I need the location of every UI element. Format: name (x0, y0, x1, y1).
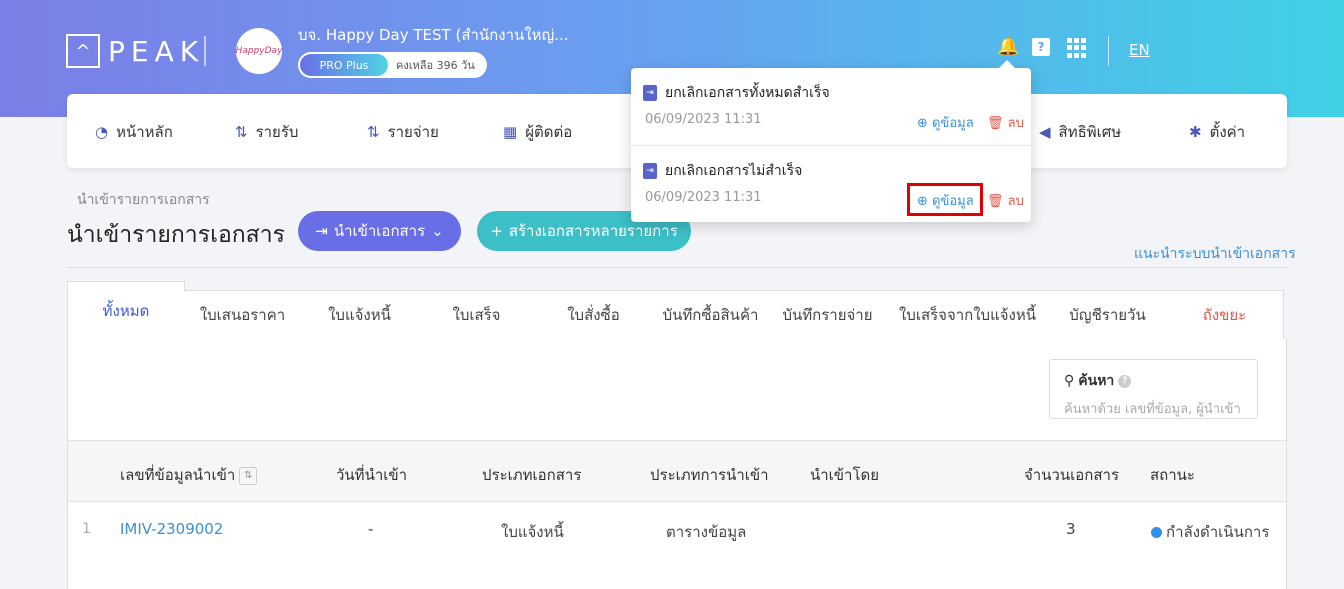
contacts-icon: ▦ (503, 123, 518, 141)
tab-purchase-order[interactable]: ใบสั่งซื้อ (535, 290, 653, 340)
plan-badge: PRO Plus (300, 54, 388, 76)
search-label-row: ⚲ ค้นหา ? (1064, 370, 1243, 392)
col-import-date: วันที่นำเข้า (336, 466, 408, 484)
status: กำลังดำเนินการ (1151, 520, 1269, 544)
doc-count: 3 (1066, 520, 1076, 538)
table-row[interactable]: 1 IMIV-2309002 - ใบแจ้งหนี้ ตารางข้อมูล … (68, 503, 1286, 573)
notification-item: ⇥ ยกเลิกเอกสารทั้งหมดสำเร็จ 06/09/2023 1… (631, 68, 1031, 144)
bell-icon[interactable]: 🔔 (997, 36, 1019, 57)
gear-icon: ✱ (1189, 123, 1202, 141)
search-icon: ⚲ (1064, 373, 1075, 389)
company-name[interactable]: บจ. Happy Day TEST (สำนักงานใหญ่... (298, 23, 569, 47)
tab-quotation[interactable]: ใบเสนอราคา (184, 290, 302, 340)
import-icon: ⇥ (315, 222, 328, 240)
income-icon: ⇅ (235, 123, 248, 141)
language-switch[interactable]: EN (1129, 41, 1150, 59)
divider (67, 267, 1287, 268)
sort-icon[interactable]: ⇅ (239, 466, 258, 485)
import-document-button[interactable]: ⇥ นำเข้าเอกสาร ⌄ (298, 211, 461, 251)
notification-title: ยกเลิกเอกสารทั้งหมดสำเร็จ (665, 85, 830, 101)
notification-title: ยกเลิกเอกสารไม่สำเร็จ (665, 163, 803, 179)
table-header: เลขที่ข้อมูลนำเข้า ⇅ วันที่นำเข้า ประเภทเ… (68, 440, 1286, 502)
document-import-icon: ⇥ (643, 85, 657, 101)
document-tabs: ทั้งหมด ใบเสนอราคา ใบแจ้งหนี้ ใบเสร็จ ใบ… (67, 281, 1285, 340)
col-doc-count: จำนวนเอกสาร (1024, 466, 1119, 484)
notification-title-row: ⇥ ยกเลิกเอกสารทั้งหมดสำเร็จ (643, 82, 830, 104)
company-avatar[interactable]: HappyDay (236, 28, 282, 74)
tab-all[interactable]: ทั้งหมด (67, 281, 185, 340)
nav-label: ตั้งค่า (1209, 123, 1246, 141)
dashboard-icon: ◔ (95, 123, 109, 141)
trash-icon: 🗑 (987, 116, 1004, 131)
nav-item-privileges[interactable]: ◀ สิทธิพิเศษ (1039, 120, 1121, 144)
document-import-icon: ⇥ (643, 163, 657, 179)
tab-invoice[interactable]: ใบแจ้งหนี้ (301, 290, 419, 340)
trash-icon: 🗑 (987, 194, 1004, 209)
search-label: ค้นหา (1078, 373, 1115, 389)
notification-time: 06/09/2023 11:31 (645, 190, 762, 205)
delete-button[interactable]: 🗑 ลบ (987, 190, 1024, 211)
chevron-down-icon: ⌄ (431, 222, 444, 240)
col-import-type: ประเภทการนำเข้า (650, 466, 769, 484)
plus-icon: + (490, 222, 503, 240)
tab-journal[interactable]: บัญชีรายวัน (1049, 290, 1167, 340)
logo-mark-icon: ^ (66, 34, 100, 68)
expense-icon: ⇅ (367, 123, 380, 141)
breadcrumb[interactable]: นำเข้ารายการเอกสาร (77, 189, 210, 211)
nav-label: สิทธิพิเศษ (1058, 123, 1122, 141)
peak-logo[interactable]: ^ PEAK (66, 34, 204, 68)
nav-label: รายจ่าย (387, 123, 439, 141)
nav-item-income[interactable]: ⇅ รายรับ (235, 120, 298, 144)
import-label: นำเข้าเอกสาร (333, 222, 426, 240)
nav-label: ผู้ติดต่อ (525, 123, 573, 141)
tab-trash[interactable]: ถังขยะ (1166, 290, 1284, 340)
tab-purchase-record[interactable]: บันทึกซื้อสินค้า (652, 290, 770, 340)
import-guide-link[interactable]: แนะนำระบบนำเข้าเอกสาร (1134, 243, 1296, 265)
highlight-box (907, 183, 983, 216)
col-import-id[interactable]: เลขที่ข้อมูลนำเข้า ⇅ (120, 463, 258, 487)
header-divider-right (1108, 36, 1109, 66)
apps-grid-icon[interactable] (1067, 38, 1089, 58)
help-icon[interactable]: ? (1032, 38, 1050, 56)
col-doc-type: ประเภทเอกสาร (482, 466, 582, 484)
plan-pill[interactable]: PRO Plus คงเหลือ 396 วัน (298, 52, 487, 78)
tab-receipt-from-invoice[interactable]: ใบเสร็จจากใบแจ้งหนี้ (886, 290, 1050, 340)
view-details-button[interactable]: ⊕ ดูข้อมูล (917, 112, 974, 133)
notification-time: 06/09/2023 11:31 (645, 112, 762, 127)
row-number: 1 (82, 521, 91, 537)
page-title: นำเข้ารายการเอกสาร (67, 222, 285, 248)
import-id-link[interactable]: IMIV-2309002 (120, 520, 223, 538)
doc-type: ใบแจ้งหนี้ (501, 523, 564, 541)
header-divider (204, 36, 206, 66)
tab-expense-record[interactable]: บันทึกรายจ่าย (769, 290, 887, 340)
nav-label: หน้าหลัก (116, 123, 173, 141)
notification-title-row: ⇥ ยกเลิกเอกสารไม่สำเร็จ (643, 160, 802, 182)
megaphone-icon: ◀ (1039, 123, 1051, 141)
nav-item-home[interactable]: ◔ หน้าหลัก (95, 120, 173, 144)
delete-button[interactable]: 🗑 ลบ (987, 112, 1024, 133)
col-status: สถานะ (1150, 466, 1195, 484)
tab-receipt[interactable]: ใบเสร็จ (418, 290, 536, 340)
status-text: กำลังดำเนินการ (1166, 523, 1270, 541)
nav-item-expense[interactable]: ⇅ รายจ่าย (367, 120, 439, 144)
create-label: สร้างเอกสารหลายรายการ (508, 222, 678, 240)
nav-item-settings[interactable]: ✱ ตั้งค่า (1189, 120, 1245, 144)
zoom-icon: ⊕ (917, 116, 928, 131)
search-input[interactable]: ⚲ ค้นหา ? ค้นหาด้วย เลขที่ข้อมูล, ผู้นำเ… (1049, 359, 1258, 419)
col-imported-by: นำเข้าโดย (810, 466, 880, 484)
search-placeholder: ค้นหาด้วย เลขที่ข้อมูล, ผู้นำเข้า (1064, 402, 1241, 417)
logo-text: PEAK (108, 34, 205, 68)
import-type: ตารางข้อมูล (666, 523, 747, 541)
import-date: - (368, 520, 374, 538)
status-dot-icon (1151, 527, 1162, 538)
nav-label: รายรับ (255, 123, 299, 141)
search-help-icon[interactable]: ? (1118, 374, 1132, 388)
plan-remaining: คงเหลือ 396 วัน (396, 59, 475, 72)
nav-item-contacts[interactable]: ▦ ผู้ติดต่อ (503, 120, 572, 144)
